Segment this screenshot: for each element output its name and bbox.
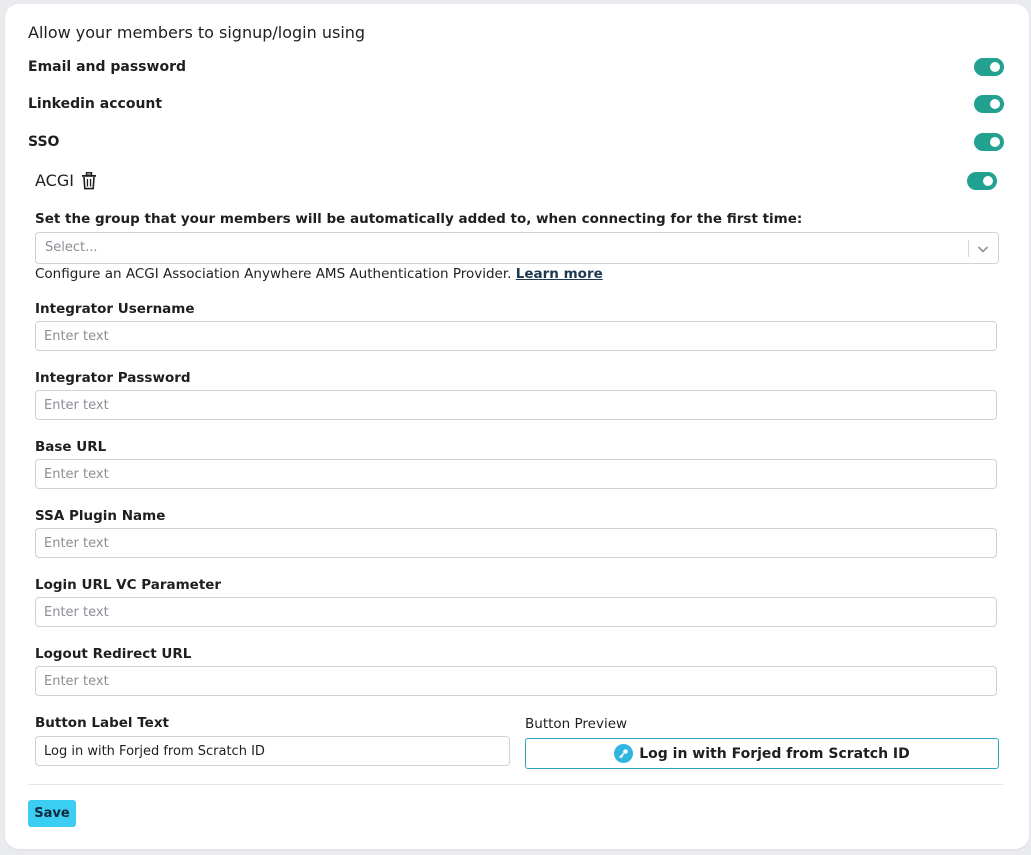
help-description: Configure an ACGI Association Anywhere A… bbox=[35, 266, 512, 282]
method-label-sso: SSO bbox=[28, 134, 60, 150]
select-separator bbox=[968, 240, 969, 257]
label-integrator-username: Integrator Username bbox=[35, 301, 195, 317]
button-label-input[interactable] bbox=[35, 736, 510, 766]
label-base-url: Base URL bbox=[35, 439, 107, 455]
button-preview-text: Log in with Forjed from Scratch ID bbox=[639, 745, 910, 762]
button-preview-label: Button Preview bbox=[525, 716, 628, 732]
base-url-input[interactable] bbox=[35, 459, 997, 489]
label-logout-redirect-url: Logout Redirect URL bbox=[35, 646, 192, 662]
label-button-label-text: Button Label Text bbox=[35, 715, 169, 731]
sso-settings-card: Allow your members to signup/login using… bbox=[5, 4, 1029, 849]
method-label-linkedin: Linkedin account bbox=[28, 96, 163, 112]
key-icon bbox=[614, 744, 634, 763]
chevron-down-icon[interactable] bbox=[976, 241, 990, 255]
login-url-vc-parameter-input[interactable] bbox=[35, 597, 997, 627]
label-integrator-password: Integrator Password bbox=[35, 370, 191, 386]
provider-name: ACGI bbox=[35, 171, 74, 190]
toggle-linkedin[interactable] bbox=[974, 95, 1004, 113]
trash-icon[interactable] bbox=[81, 172, 97, 190]
integrator-username-input[interactable] bbox=[35, 321, 997, 351]
help-text: Configure an ACGI Association Anywhere A… bbox=[35, 266, 603, 282]
toggle-email[interactable] bbox=[974, 58, 1004, 76]
button-preview[interactable]: Log in with Forjed from Scratch ID bbox=[525, 738, 999, 769]
group-select-placeholder: Select... bbox=[45, 240, 98, 255]
logout-redirect-url-input[interactable] bbox=[35, 666, 997, 696]
label-ssa-plugin-name: SSA Plugin Name bbox=[35, 508, 166, 524]
label-login-url-vc-parameter: Login URL VC Parameter bbox=[35, 577, 222, 593]
toggle-provider[interactable] bbox=[967, 172, 997, 190]
integrator-password-input[interactable] bbox=[35, 390, 997, 420]
save-button[interactable]: Save bbox=[28, 800, 76, 827]
group-select[interactable]: Select... bbox=[35, 232, 999, 264]
ssa-plugin-name-input[interactable] bbox=[35, 528, 997, 558]
divider bbox=[28, 784, 1003, 785]
group-label: Set the group that your members will be … bbox=[35, 211, 803, 227]
section-heading: Allow your members to signup/login using bbox=[28, 23, 366, 42]
toggle-sso[interactable] bbox=[974, 133, 1004, 151]
learn-more-link[interactable]: Learn more bbox=[516, 266, 603, 282]
method-label-email: Email and password bbox=[28, 59, 186, 75]
